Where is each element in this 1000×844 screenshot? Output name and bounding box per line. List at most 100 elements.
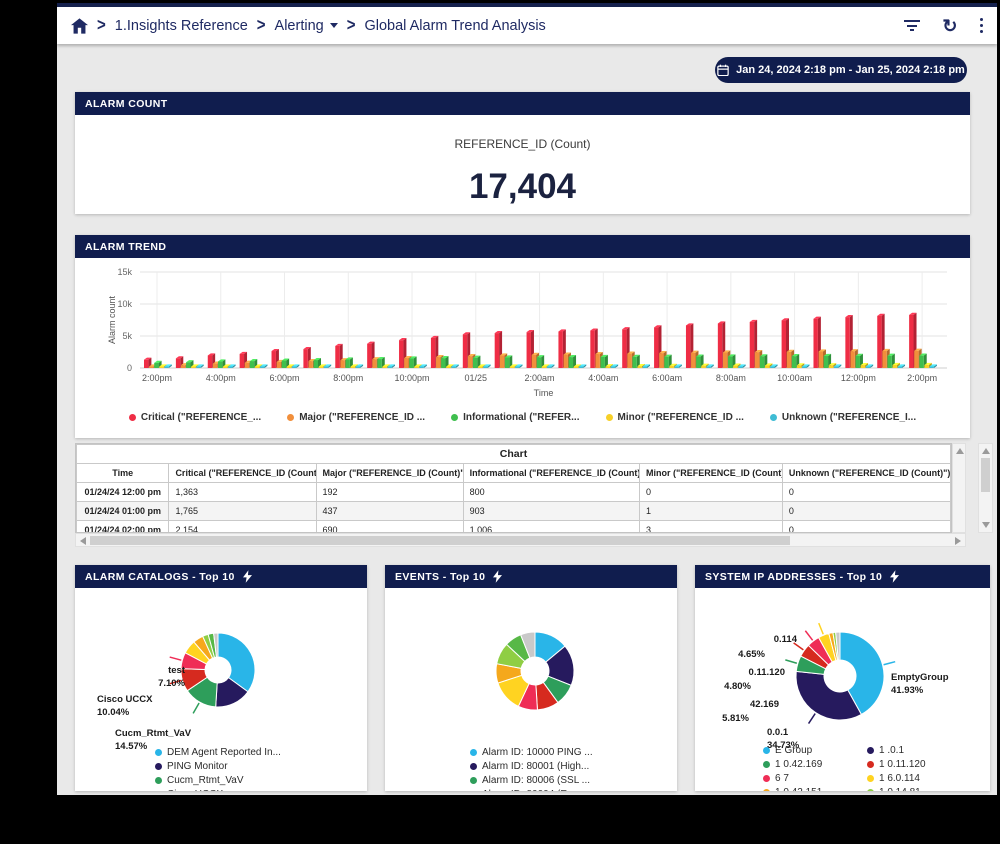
- scroll-right-arrow[interactable]: [955, 537, 961, 545]
- ips-legend-item[interactable]: 1 6.0.114: [867, 773, 926, 784]
- legend-dot: [867, 761, 874, 768]
- svg-text:4:00pm: 4:00pm: [206, 373, 236, 383]
- trend-legend-item[interactable]: Unknown ("REFERENCE_I...: [770, 412, 916, 423]
- table-cell: 01/24/24 12:00 pm: [77, 483, 169, 502]
- lightning-bolt-icon: [890, 570, 899, 583]
- svg-text:5k: 5k: [122, 331, 132, 341]
- legend-dot: [155, 749, 162, 756]
- catalogs-legend-item[interactable]: DEM Agent Reported In...: [155, 747, 281, 758]
- scroll-up-arrow[interactable]: [956, 448, 964, 454]
- donut-callout: Cisco UCCX10.04%: [97, 693, 183, 719]
- ips-legend-item[interactable]: E Group: [763, 745, 822, 756]
- trend-legend-item[interactable]: Critical ("REFERENCE_...: [129, 412, 261, 423]
- svg-text:6:00pm: 6:00pm: [270, 373, 300, 383]
- calendar-icon: [717, 64, 729, 76]
- alarm-trend-panel: ALARM TREND 05k10k15k2:00pm4:00pm6:00pm8…: [75, 235, 970, 438]
- table-cell: 690: [316, 521, 463, 534]
- date-range-picker[interactable]: Jan 24, 2024 2:18 pm - Jan 25, 2024 2:18…: [715, 57, 967, 83]
- alarm-catalogs-donut-chart[interactable]: [75, 588, 367, 748]
- events-legend-item[interactable]: Alarm ID: 80001 (High...: [470, 761, 593, 772]
- table-cell: 903: [463, 502, 639, 521]
- donut-callout: 0.114: [755, 633, 797, 646]
- ips-legend-item[interactable]: 1 0.42.151: [763, 787, 822, 791]
- catalogs-legend-item[interactable]: Cucm_Rtmt_VaV: [155, 775, 281, 786]
- chevron-down-icon: [330, 23, 338, 28]
- catalogs-legend-item[interactable]: Cisco UCCX: [155, 789, 281, 791]
- events-legend: Alarm ID: 10000 PING ... Alarm ID: 80001 …: [470, 747, 593, 791]
- donut-callout: test7.10%: [123, 664, 185, 690]
- page-vertical-scrollbar[interactable]: [978, 443, 993, 533]
- chart-table-wrap: Chart TimeCritical ("REFERENCE_ID (Count…: [75, 443, 952, 533]
- table-cell: 0: [782, 521, 950, 534]
- legend-label: 1 0.11.120: [879, 759, 926, 770]
- table-cell: 800: [463, 483, 639, 502]
- scroll-left-arrow[interactable]: [80, 537, 86, 545]
- donut-callout: 4.80%: [709, 680, 751, 693]
- table-cell: 01/24/24 01:00 pm: [77, 502, 169, 521]
- legend-label: Cisco UCCX: [167, 789, 223, 791]
- svg-text:2:00pm: 2:00pm: [907, 373, 937, 383]
- legend-label: 1 0.42.169: [775, 759, 822, 770]
- ips-legend-item[interactable]: 1 0.42.169: [763, 759, 822, 770]
- breadcrumb-item-insights[interactable]: 1.Insights Reference: [115, 18, 248, 34]
- legend-label: PING Monitor: [167, 761, 228, 772]
- table-cell: 0: [782, 483, 950, 502]
- events-legend-item[interactable]: Alarm ID: 80006 (SSL ...: [470, 775, 593, 786]
- table-horizontal-scrollbar[interactable]: [75, 533, 966, 547]
- svg-text:10k: 10k: [117, 299, 132, 309]
- legend-label: DEM Agent Reported In...: [167, 747, 281, 758]
- filter-icon[interactable]: [904, 18, 920, 34]
- breadcrumb-item-alerting[interactable]: Alerting: [275, 18, 338, 34]
- table-vertical-scrollbar[interactable]: [952, 443, 966, 533]
- alarm-catalogs-legend: DEM Agent Reported In... PING Monitor Cucm…: [155, 747, 281, 791]
- table-cell: 1: [640, 502, 783, 521]
- legend-label: Alarm ID: 10000 PING ...: [482, 747, 593, 758]
- legend-label: Major ("REFERENCE_ID ...: [299, 412, 425, 423]
- scroll-down-arrow[interactable]: [982, 522, 990, 528]
- svg-text:15k: 15k: [117, 267, 132, 277]
- legend-dot: [763, 789, 770, 791]
- svg-text:0: 0: [127, 363, 132, 373]
- events-donut-chart[interactable]: [385, 588, 677, 748]
- svg-text:2:00pm: 2:00pm: [142, 373, 172, 383]
- events-panel: EVENTS - Top 10 Alarm ID: 10000 PING ...…: [385, 565, 677, 791]
- ips-legend-item[interactable]: 6 7: [763, 773, 822, 784]
- table-cell: 1,765: [169, 502, 316, 521]
- table-column-header: Time: [77, 464, 169, 483]
- ips-legend-item[interactable]: 1 0.14.81: [867, 787, 926, 791]
- metric-label: REFERENCE_ID (Count): [75, 137, 970, 151]
- ips-legend-item[interactable]: 1 0.11.120: [867, 759, 926, 770]
- trend-legend-item[interactable]: Informational ("REFER...: [451, 412, 579, 423]
- scrollbar-thumb[interactable]: [90, 536, 790, 545]
- legend-dot: [287, 414, 294, 421]
- table-cell: 01/24/24 02:00 pm: [77, 521, 169, 534]
- donut-callout: 4.65%: [723, 648, 765, 661]
- trend-legend-item[interactable]: Minor ("REFERENCE_ID ...: [606, 412, 744, 423]
- home-icon[interactable]: [71, 18, 88, 34]
- refresh-icon[interactable]: ↻: [942, 18, 957, 34]
- scrollbar-thumb[interactable]: [981, 458, 990, 492]
- legend-label: Informational ("REFER...: [463, 412, 579, 423]
- table-column-header: Major ("REFERENCE_ID (Count)"): [316, 464, 463, 483]
- table-cell: 437: [316, 502, 463, 521]
- legend-dot: [470, 763, 477, 770]
- alarm-count-value: 17,404: [75, 167, 970, 207]
- alarm-trend-chart[interactable]: 0 5k 10k 15k 2:00pm 4:00pm 6:00pm 8:00pm 10:00pm…: [75, 258, 968, 405]
- events-legend-item[interactable]: Alarm ID: 80004 (Erro...: [470, 789, 593, 791]
- svg-text:8:00pm: 8:00pm: [333, 373, 363, 383]
- kebab-menu-icon[interactable]: [980, 15, 984, 36]
- table-cell: 3: [640, 521, 783, 534]
- legend-label: 1 0.42.151: [775, 787, 822, 791]
- svg-text:10:00am: 10:00am: [777, 373, 812, 383]
- ips-legend-item[interactable]: 1 .0.1: [867, 745, 926, 756]
- alarm-count-header: ALARM COUNT: [75, 92, 970, 115]
- scroll-up-arrow[interactable]: [982, 448, 990, 454]
- events-legend-item[interactable]: Alarm ID: 10000 PING ...: [470, 747, 593, 758]
- table-column-header: Informational ("REFERENCE_ID (Count)"): [463, 464, 639, 483]
- svg-text:10:00pm: 10:00pm: [395, 373, 430, 383]
- catalogs-legend-item[interactable]: PING Monitor: [155, 761, 281, 772]
- svg-text:01/25: 01/25: [465, 373, 488, 383]
- table-cell: 2,154: [169, 521, 316, 534]
- trend-legend-item[interactable]: Major ("REFERENCE_ID ...: [287, 412, 425, 423]
- table-cell: 1,363: [169, 483, 316, 502]
